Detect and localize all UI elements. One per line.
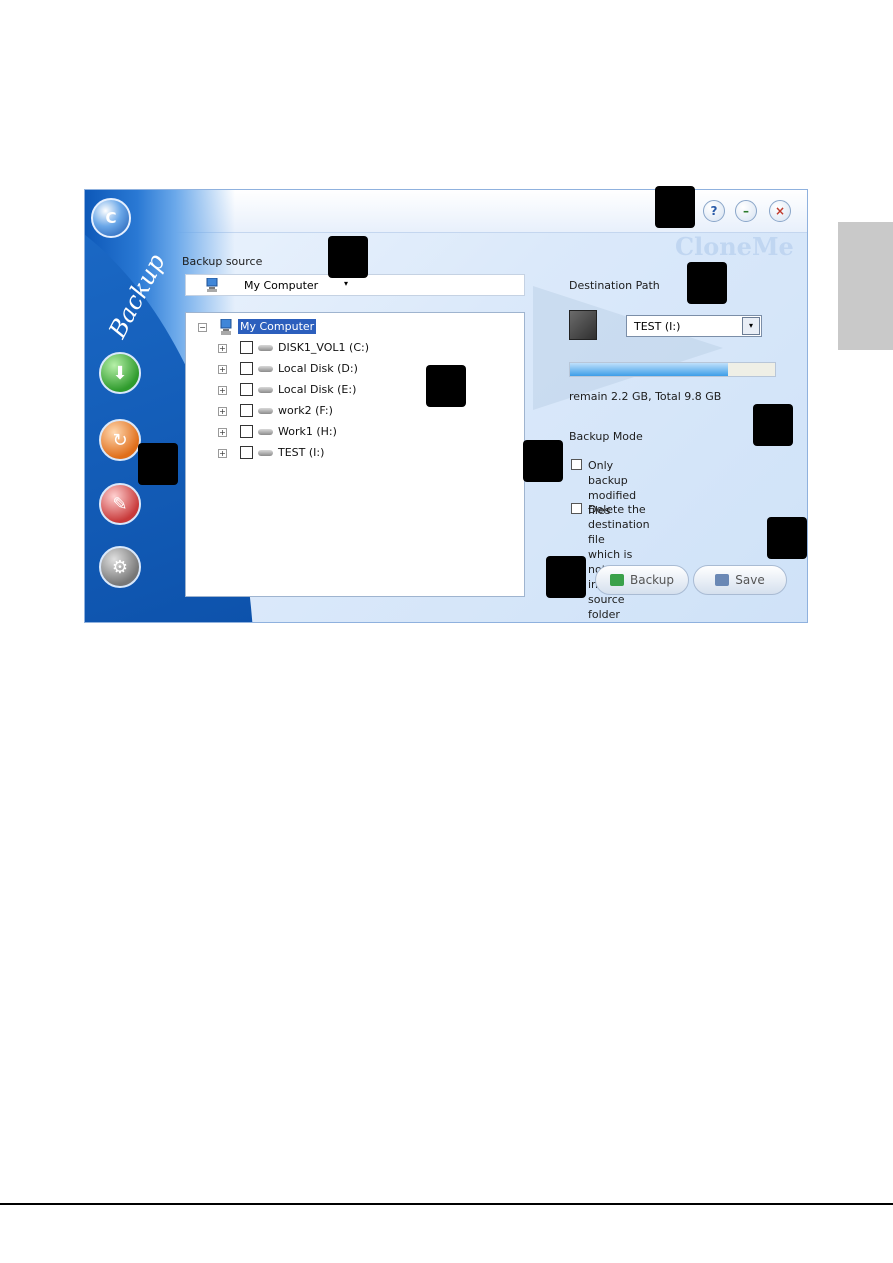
backup-button-label: Backup (630, 573, 674, 587)
expand-icon[interactable]: + (218, 428, 227, 437)
backup-mode-label: Backup Mode (569, 430, 643, 443)
tree-item-label: work2 (F:) (278, 404, 333, 417)
callout-marker-sidebar (138, 443, 178, 485)
callout-marker-window-controls (655, 186, 695, 228)
save-button-label: Save (735, 573, 765, 587)
close-button[interactable]: × (769, 200, 791, 222)
drive-icon (258, 408, 273, 414)
backup-source-label: Backup source (182, 255, 263, 268)
only-modified-checkbox[interactable] (571, 459, 582, 470)
drive-checkbox[interactable] (240, 341, 253, 354)
save-button[interactable]: Save (693, 565, 787, 595)
destination-dropdown[interactable]: TEST (I:) ▾ (626, 315, 762, 337)
drive-checkbox[interactable] (240, 383, 253, 396)
delete-destination-line-3: source folder (588, 593, 625, 621)
drive-icon (258, 429, 273, 435)
backup-button[interactable]: Backup (595, 565, 689, 595)
expand-icon[interactable]: + (218, 449, 227, 458)
capacity-bar-fill (570, 363, 728, 376)
callout-marker-save (767, 517, 807, 559)
callout-marker-destination-path (687, 262, 727, 304)
drive-icon (258, 450, 273, 456)
callout-marker-source-tree (426, 365, 466, 407)
tree-root-label: My Computer (238, 319, 317, 334)
destination-selected-value: TEST (I:) (634, 320, 681, 333)
save-icon (715, 574, 730, 586)
footer-rule (0, 1203, 893, 1205)
expand-icon[interactable]: + (218, 344, 227, 353)
tree-item-label: Local Disk (D:) (278, 362, 358, 375)
tree-item-label: TEST (I:) (278, 446, 325, 459)
schedule-nav-icon[interactable]: ✎ (99, 483, 141, 525)
backup-icon (610, 574, 624, 586)
page-edge-tab (838, 222, 893, 350)
drive-icon (258, 345, 273, 351)
watermark-text: CloneMe (675, 232, 794, 261)
computer-icon (206, 278, 218, 292)
source-selected-value: My Computer (244, 279, 319, 292)
source-tree: − My Computer + DISK1_VOL1 (C:) + Local … (185, 312, 525, 597)
help-button[interactable]: ? (703, 200, 725, 222)
expand-icon[interactable]: + (218, 407, 227, 416)
expand-icon[interactable]: + (218, 365, 227, 374)
restore-nav-icon[interactable]: ↻ (99, 419, 141, 461)
destination-path-label: Destination Path (569, 279, 660, 292)
drive-checkbox[interactable] (240, 425, 253, 438)
drive-checkbox[interactable] (240, 362, 253, 375)
callout-marker-capacity (753, 404, 793, 446)
callout-marker-backup-source (328, 236, 368, 278)
tree-item-label: Local Disk (E:) (278, 383, 357, 396)
capacity-bar (569, 362, 776, 377)
collapse-icon[interactable]: − (198, 323, 207, 332)
chevron-down-icon: ▾ (344, 279, 349, 288)
destination-drive-icon (569, 310, 597, 340)
delete-destination-line-1: Delete the destination file (588, 503, 650, 546)
delete-destination-checkbox[interactable] (571, 503, 582, 514)
tools-nav-icon[interactable]: ⚙ (99, 546, 141, 588)
minimize-button[interactable]: – (735, 200, 757, 222)
drive-icon (258, 366, 273, 372)
capacity-text: remain 2.2 GB, Total 9.8 GB (569, 390, 722, 403)
drive-icon (258, 387, 273, 393)
tree-item-label: DISK1_VOL1 (C:) (278, 341, 369, 354)
tree-item-label: Work1 (H:) (278, 425, 337, 438)
callout-marker-backup-mode (523, 440, 563, 482)
delete-destination-label: Delete the destination file which is not… (588, 502, 650, 622)
computer-icon (220, 319, 232, 335)
expand-icon[interactable]: + (218, 386, 227, 395)
drive-checkbox[interactable] (240, 446, 253, 459)
logo-icon: C (91, 198, 131, 238)
chevron-down-icon[interactable]: ▾ (742, 317, 760, 335)
callout-marker-backup-button (546, 556, 586, 598)
backup-nav-icon[interactable]: ⬇ (99, 352, 141, 394)
drive-checkbox[interactable] (240, 404, 253, 417)
